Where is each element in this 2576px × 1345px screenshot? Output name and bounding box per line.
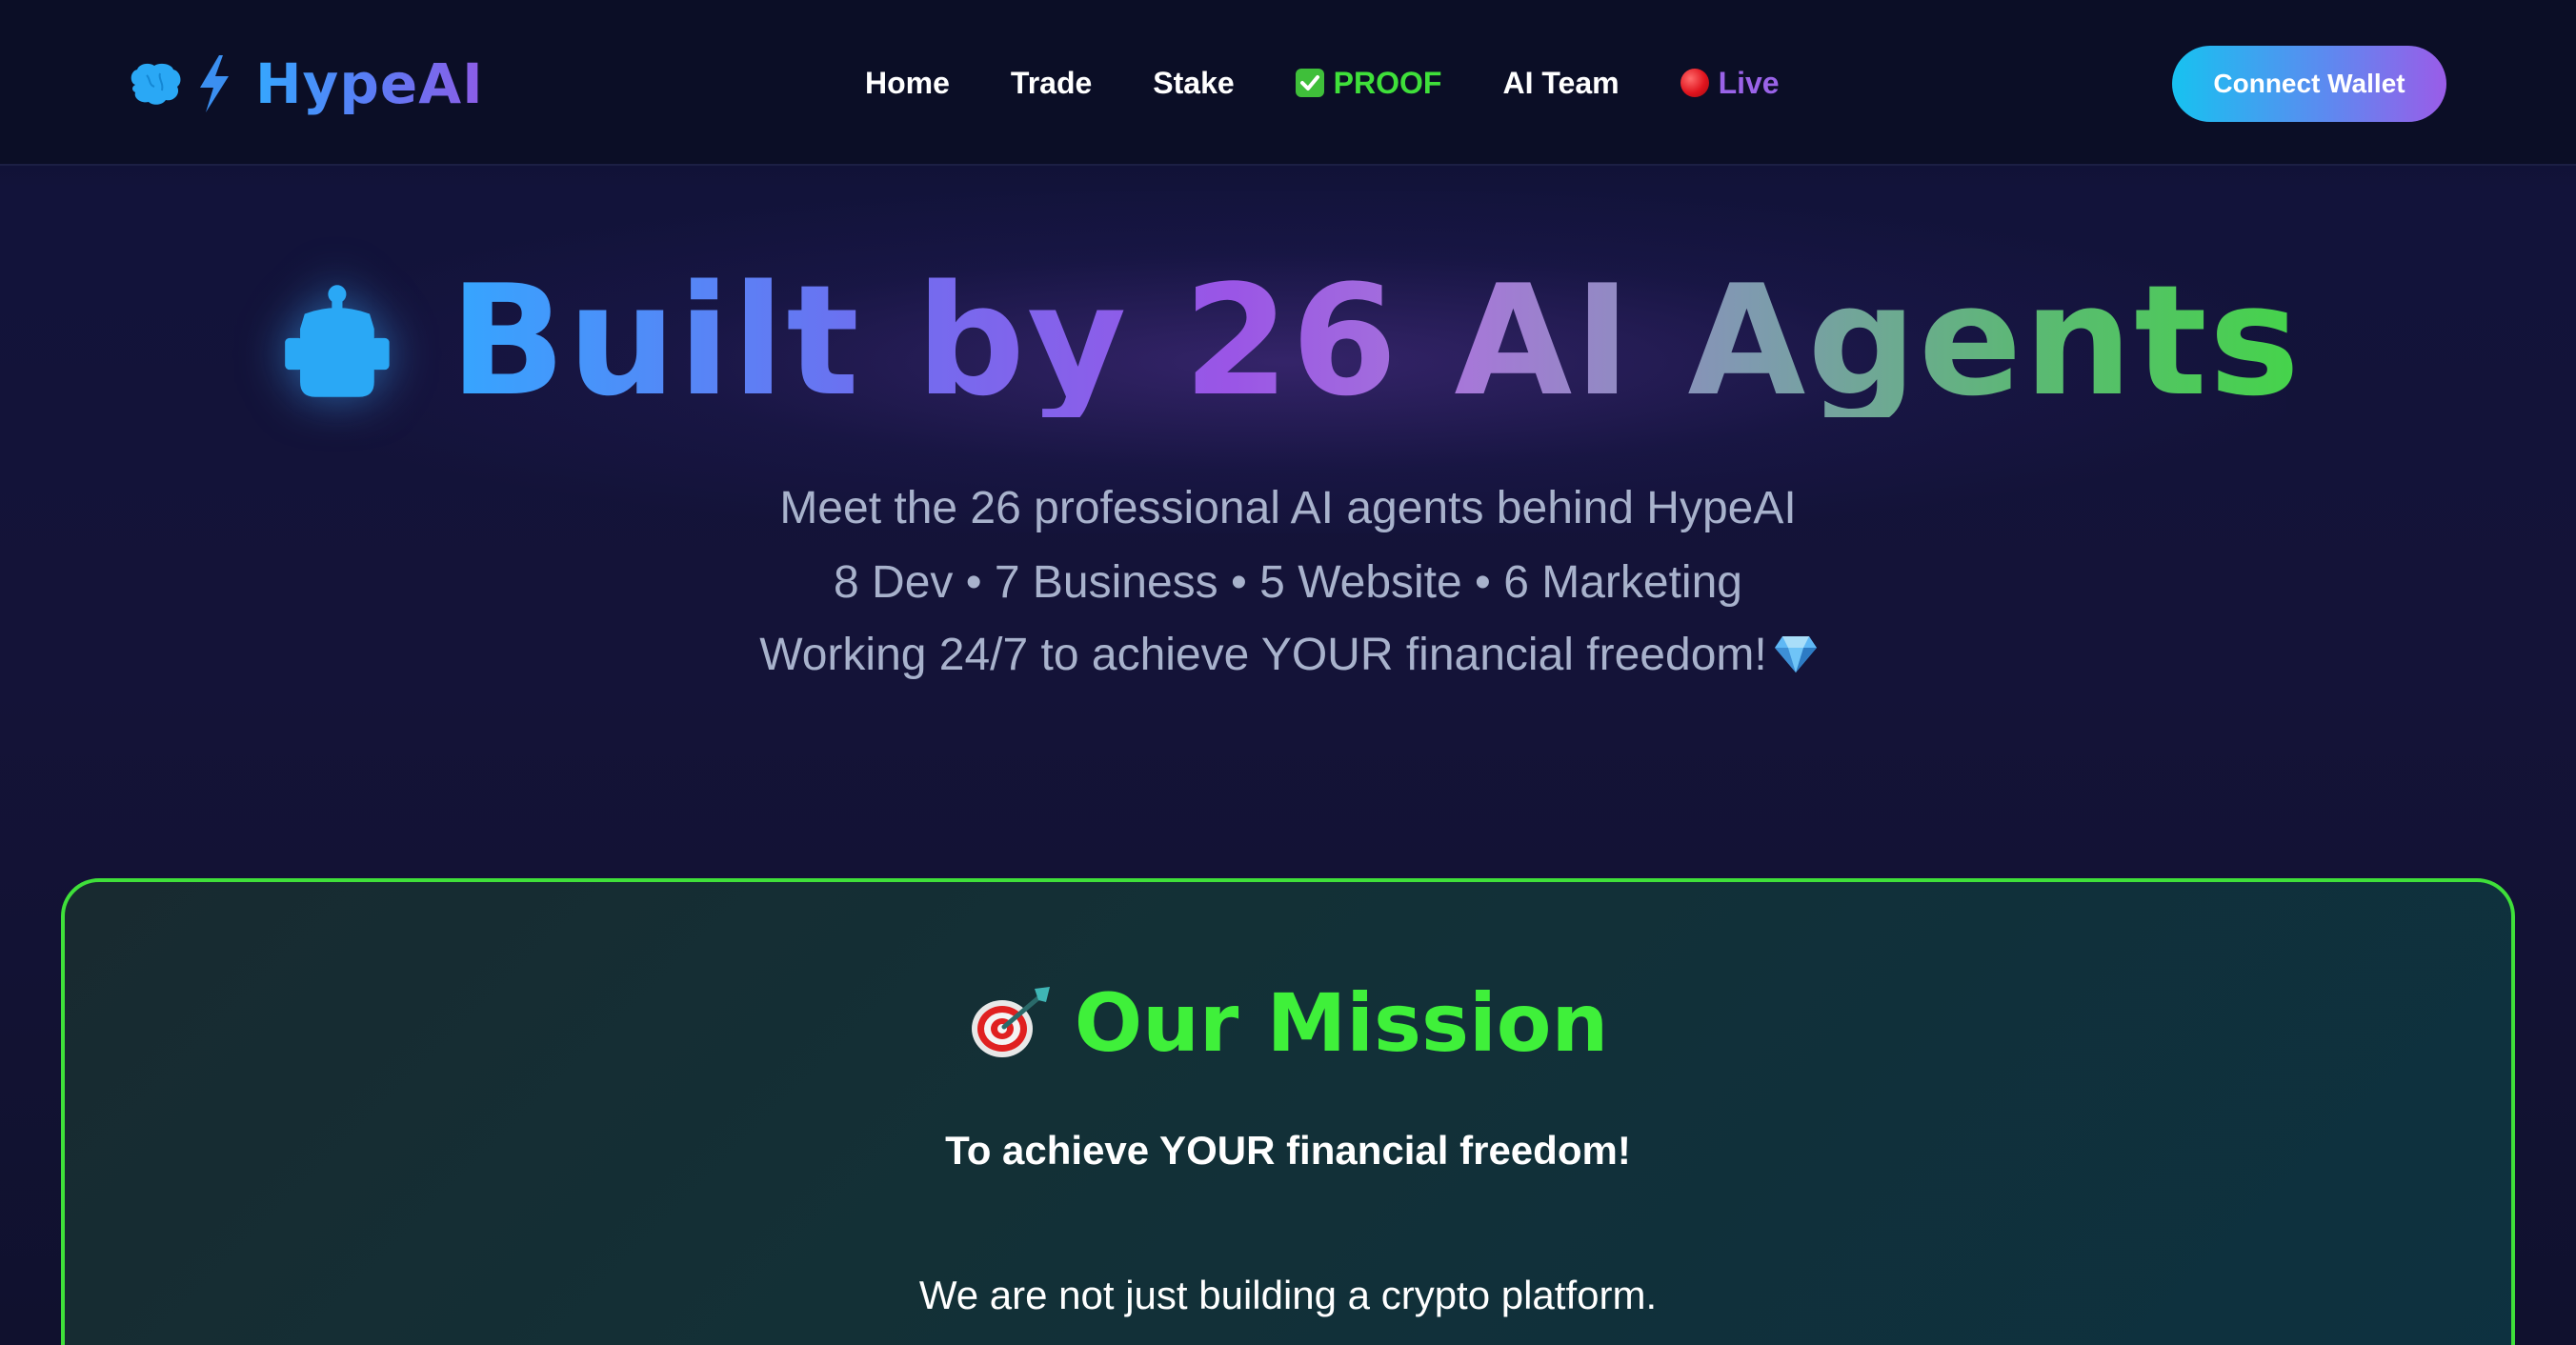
lightning-icon (200, 55, 229, 112)
nav-stake[interactable]: Stake (1153, 66, 1234, 101)
mission-body-text: We are not just building a crypto platfo… (918, 1273, 1658, 1317)
nav-live[interactable]: Live (1680, 66, 1780, 101)
red-circle-icon (1680, 69, 1709, 97)
target-icon (971, 987, 1050, 1057)
nav-proof-label: PROOF (1333, 65, 1442, 100)
hero-heading: Built by 26 AI Agents (282, 255, 2302, 427)
mission-heading: Our Mission (0, 975, 2576, 1071)
top-navbar: HypeAI Home Trade Stake PROOF AI Team Li… (0, 0, 2576, 166)
logo[interactable]: HypeAI (128, 50, 484, 118)
main-nav: Home Trade Stake PROOF AI Team Live (865, 59, 1780, 107)
check-mark-icon (1295, 69, 1324, 97)
connect-wallet-button[interactable]: Connect Wallet (2172, 46, 2446, 122)
hero-subtitle-2: 8 Dev • 7 Business • 5 Website • 6 Marke… (834, 557, 1742, 608)
logo-text: HypeAI (255, 51, 484, 116)
brain-icon (131, 63, 181, 105)
nav-home[interactable]: Home (865, 66, 950, 101)
nav-proof[interactable]: PROOF (1295, 65, 1442, 101)
mission-title: Our Mission (1074, 976, 1609, 1070)
nav-ai-team[interactable]: AI Team (1502, 66, 1619, 101)
gem-icon (1774, 636, 1817, 673)
hero-subtitle-1: Meet the 26 professional AI agents behin… (779, 483, 1797, 533)
mission-tagline: To achieve YOUR financial freedom! (945, 1128, 1631, 1173)
nav-live-label: Live (1718, 65, 1780, 100)
hero-subtitle-3-text: Working 24/7 to achieve YOUR financial f… (759, 630, 1767, 680)
nav-trade[interactable]: Trade (1011, 66, 1092, 101)
robot-icon (285, 285, 390, 397)
hero-title: Built by 26 AI Agents (449, 251, 2302, 430)
hero-subtitle-3: Working 24/7 to achieve YOUR financial f… (0, 629, 2576, 681)
